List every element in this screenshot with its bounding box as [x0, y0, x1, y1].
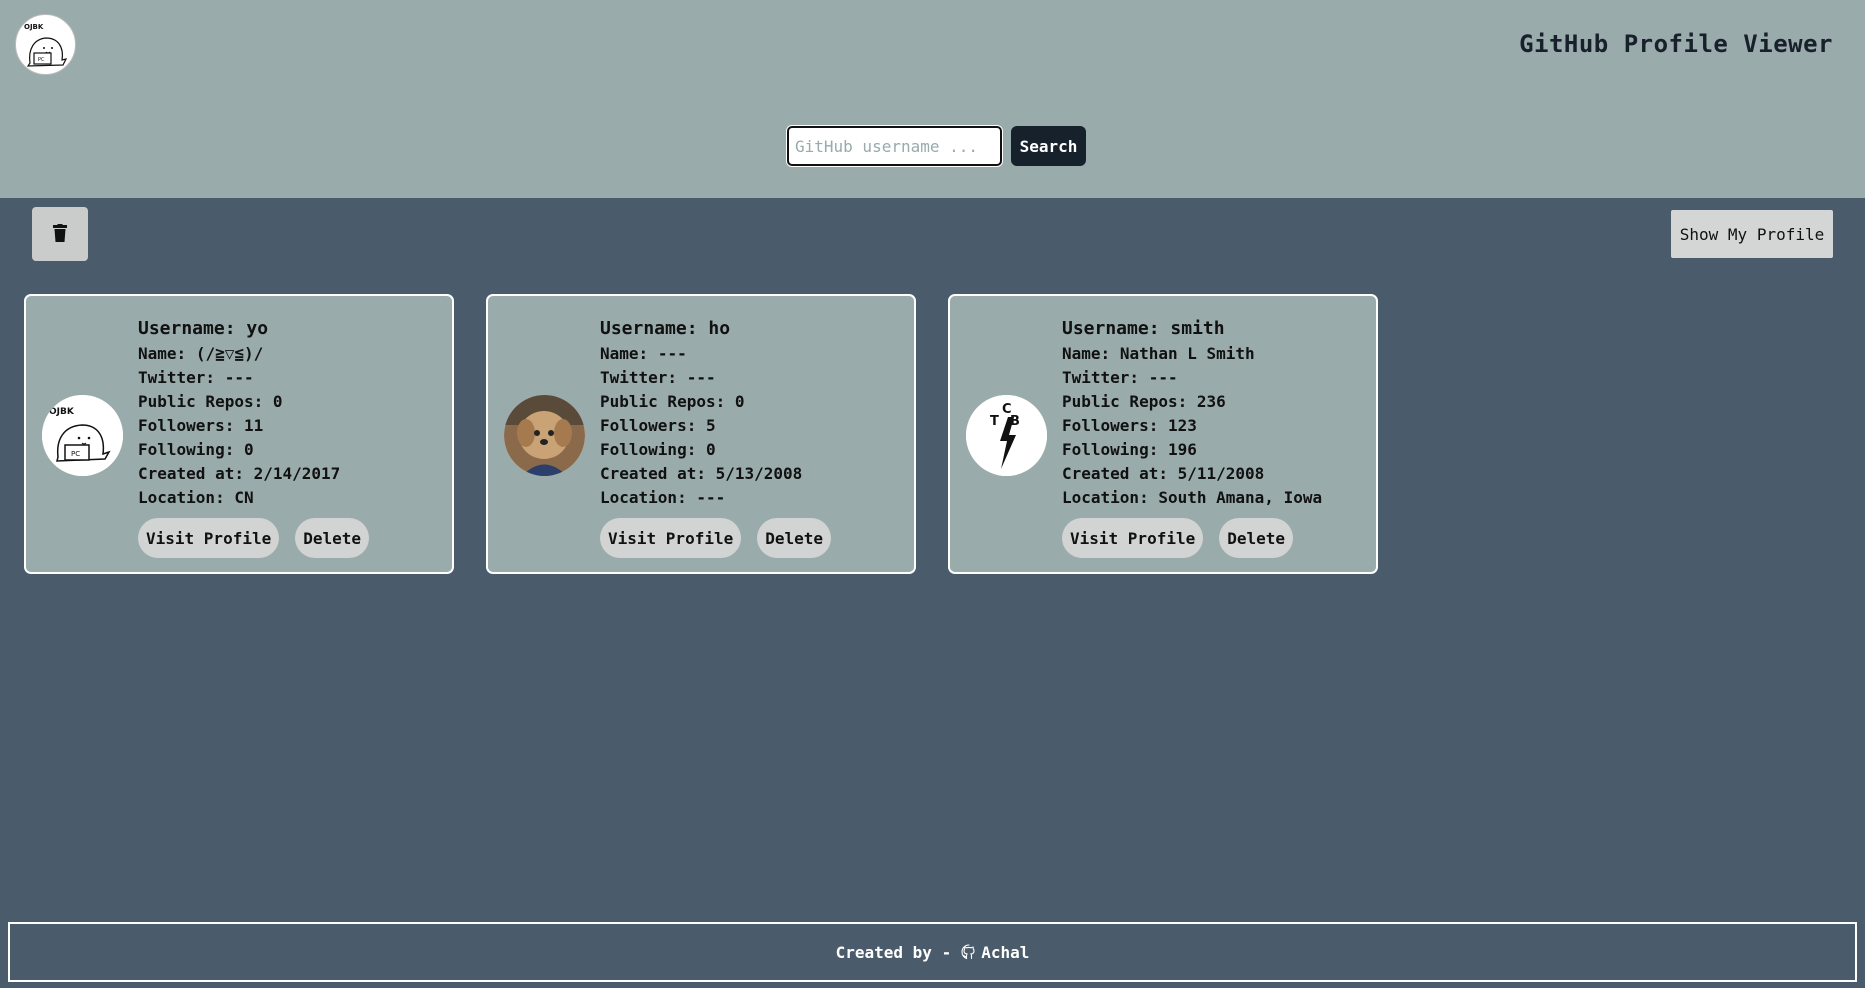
avatar: C T B [966, 395, 1047, 476]
profile-card: C T B Username: smith Name: Nathan L Smi… [948, 294, 1378, 574]
profile-card: OJBK PC Username: yo Name: (/≧▽≦)/ Twitt… [24, 294, 454, 574]
github-icon [961, 944, 977, 960]
svg-text:PC: PC [71, 450, 80, 458]
trash-icon [53, 223, 67, 245]
username-value: ho [708, 318, 731, 339]
location-value: --- [696, 488, 726, 507]
show-my-profile-button[interactable]: Show My Profile [1671, 210, 1833, 258]
profile-card: Username: ho Name: --- Twitter: --- Publ… [486, 294, 916, 574]
visit-profile-button[interactable]: Visit Profile [138, 518, 280, 558]
visit-profile-button[interactable]: Visit Profile [1062, 518, 1204, 558]
profile-list: OJBK PC Username: yo Name: (/≧▽≦)/ Twitt… [24, 294, 1378, 574]
delete-button[interactable]: Delete [295, 518, 370, 558]
footer-credit: Created by - [835, 942, 952, 962]
twitter-value: --- [686, 368, 716, 387]
clear-all-button[interactable] [32, 207, 88, 261]
svg-text:OJBK: OJBK [49, 407, 75, 417]
username-value: yo [246, 318, 269, 339]
name-value: --- [657, 344, 687, 363]
delete-button[interactable]: Delete [1219, 518, 1294, 558]
following-value: 196 [1167, 440, 1197, 459]
followers-value: 123 [1167, 416, 1197, 435]
created-value: 5/13/2008 [715, 464, 803, 483]
repos-value: 236 [1196, 392, 1226, 411]
svg-text:T: T [990, 414, 999, 429]
followers-value: 11 [243, 416, 264, 435]
twitter-value: --- [224, 368, 254, 387]
page-title: GitHub Profile Viewer [1519, 30, 1833, 58]
name-value: (/≧▽≦)/ [195, 344, 264, 363]
search-button[interactable]: Search [1011, 126, 1086, 166]
avatar [504, 395, 585, 476]
twitter-value: --- [1148, 368, 1178, 387]
search-input[interactable] [787, 126, 1002, 166]
header: OJBK PC GitHub Profile Viewer Search [0, 0, 1865, 198]
location-value: South Amana, Iowa [1158, 488, 1323, 507]
svg-text:OJBK: OJBK [24, 23, 44, 31]
avatar: OJBK PC [42, 395, 123, 476]
visit-profile-button[interactable]: Visit Profile [600, 518, 742, 558]
created-value: 5/11/2008 [1177, 464, 1265, 483]
delete-button[interactable]: Delete [757, 518, 832, 558]
repos-value: 0 [734, 392, 745, 411]
created-value: 2/14/2017 [253, 464, 341, 483]
name-value: Nathan L Smith [1119, 344, 1255, 363]
svg-text:PC: PC [38, 57, 45, 63]
location-value: CN [234, 488, 254, 507]
following-value: 0 [705, 440, 716, 459]
following-value: 0 [243, 440, 254, 459]
repos-value: 0 [272, 392, 283, 411]
followers-value: 5 [705, 416, 716, 435]
author-link[interactable]: Achal [981, 943, 1029, 962]
username-value: smith [1170, 318, 1225, 339]
footer: Created by - Achal [8, 922, 1857, 982]
logo: OJBK PC [15, 14, 76, 75]
